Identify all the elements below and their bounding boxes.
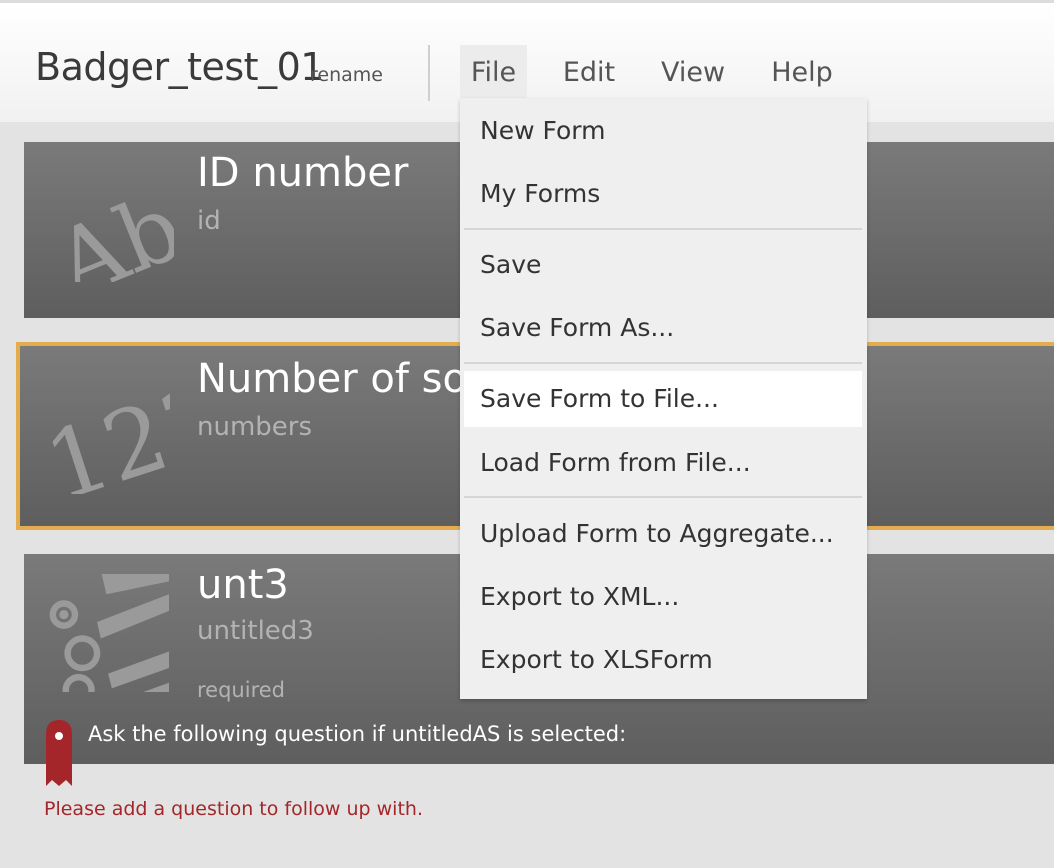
menu-help[interactable]: Help [762,45,842,101]
number-123-icon: 123 [42,376,170,494]
menu-item-save[interactable]: Save [464,237,862,293]
menu-item-export-xml[interactable]: Export to XML... [464,569,862,625]
form-title: Badger_test_01 [35,45,324,89]
question-name: untitled3 [197,616,314,646]
menu-separator [464,228,862,230]
question-title: ID number [197,150,409,196]
rename-link[interactable]: rename [310,64,383,86]
required-label: required [197,678,285,702]
file-menu-dropdown: New Form My Forms Save Save Form As... S… [460,98,867,699]
question-name: numbers [197,412,313,442]
menu-item-load-form-from-file[interactable]: Load Form from File... [464,435,862,491]
followup-warning: Please add a question to follow up with. [44,798,423,820]
menu-item-my-forms[interactable]: My Forms [464,166,862,222]
menu-view[interactable]: View [650,45,736,101]
question-name: id [197,206,221,236]
menu-item-save-form-to-file[interactable]: Save Form to File... [464,371,862,427]
menu-item-save-form-as[interactable]: Save Form As... [464,300,862,356]
svg-text:123: 123 [42,376,170,494]
bookmark-icon[interactable] [44,720,74,790]
menu-file[interactable]: File [460,45,527,101]
menu-item-export-xlsform[interactable]: Export to XLSForm [464,632,862,688]
menu-edit[interactable]: Edit [553,45,625,101]
menu-separator [464,362,862,364]
menu-item-new-form[interactable]: New Form [464,103,862,159]
menu-separator [464,496,862,498]
svg-text:Abc: Abc [46,164,174,282]
question-title: unt3 [197,562,289,608]
skip-logic-text: Ask the following question if untitledAS… [88,722,627,746]
text-abc-icon: Abc [46,164,174,282]
select-options-icon [46,574,174,702]
header-divider [428,45,430,101]
menu-item-upload-to-aggregate[interactable]: Upload Form to Aggregate... [464,506,862,562]
